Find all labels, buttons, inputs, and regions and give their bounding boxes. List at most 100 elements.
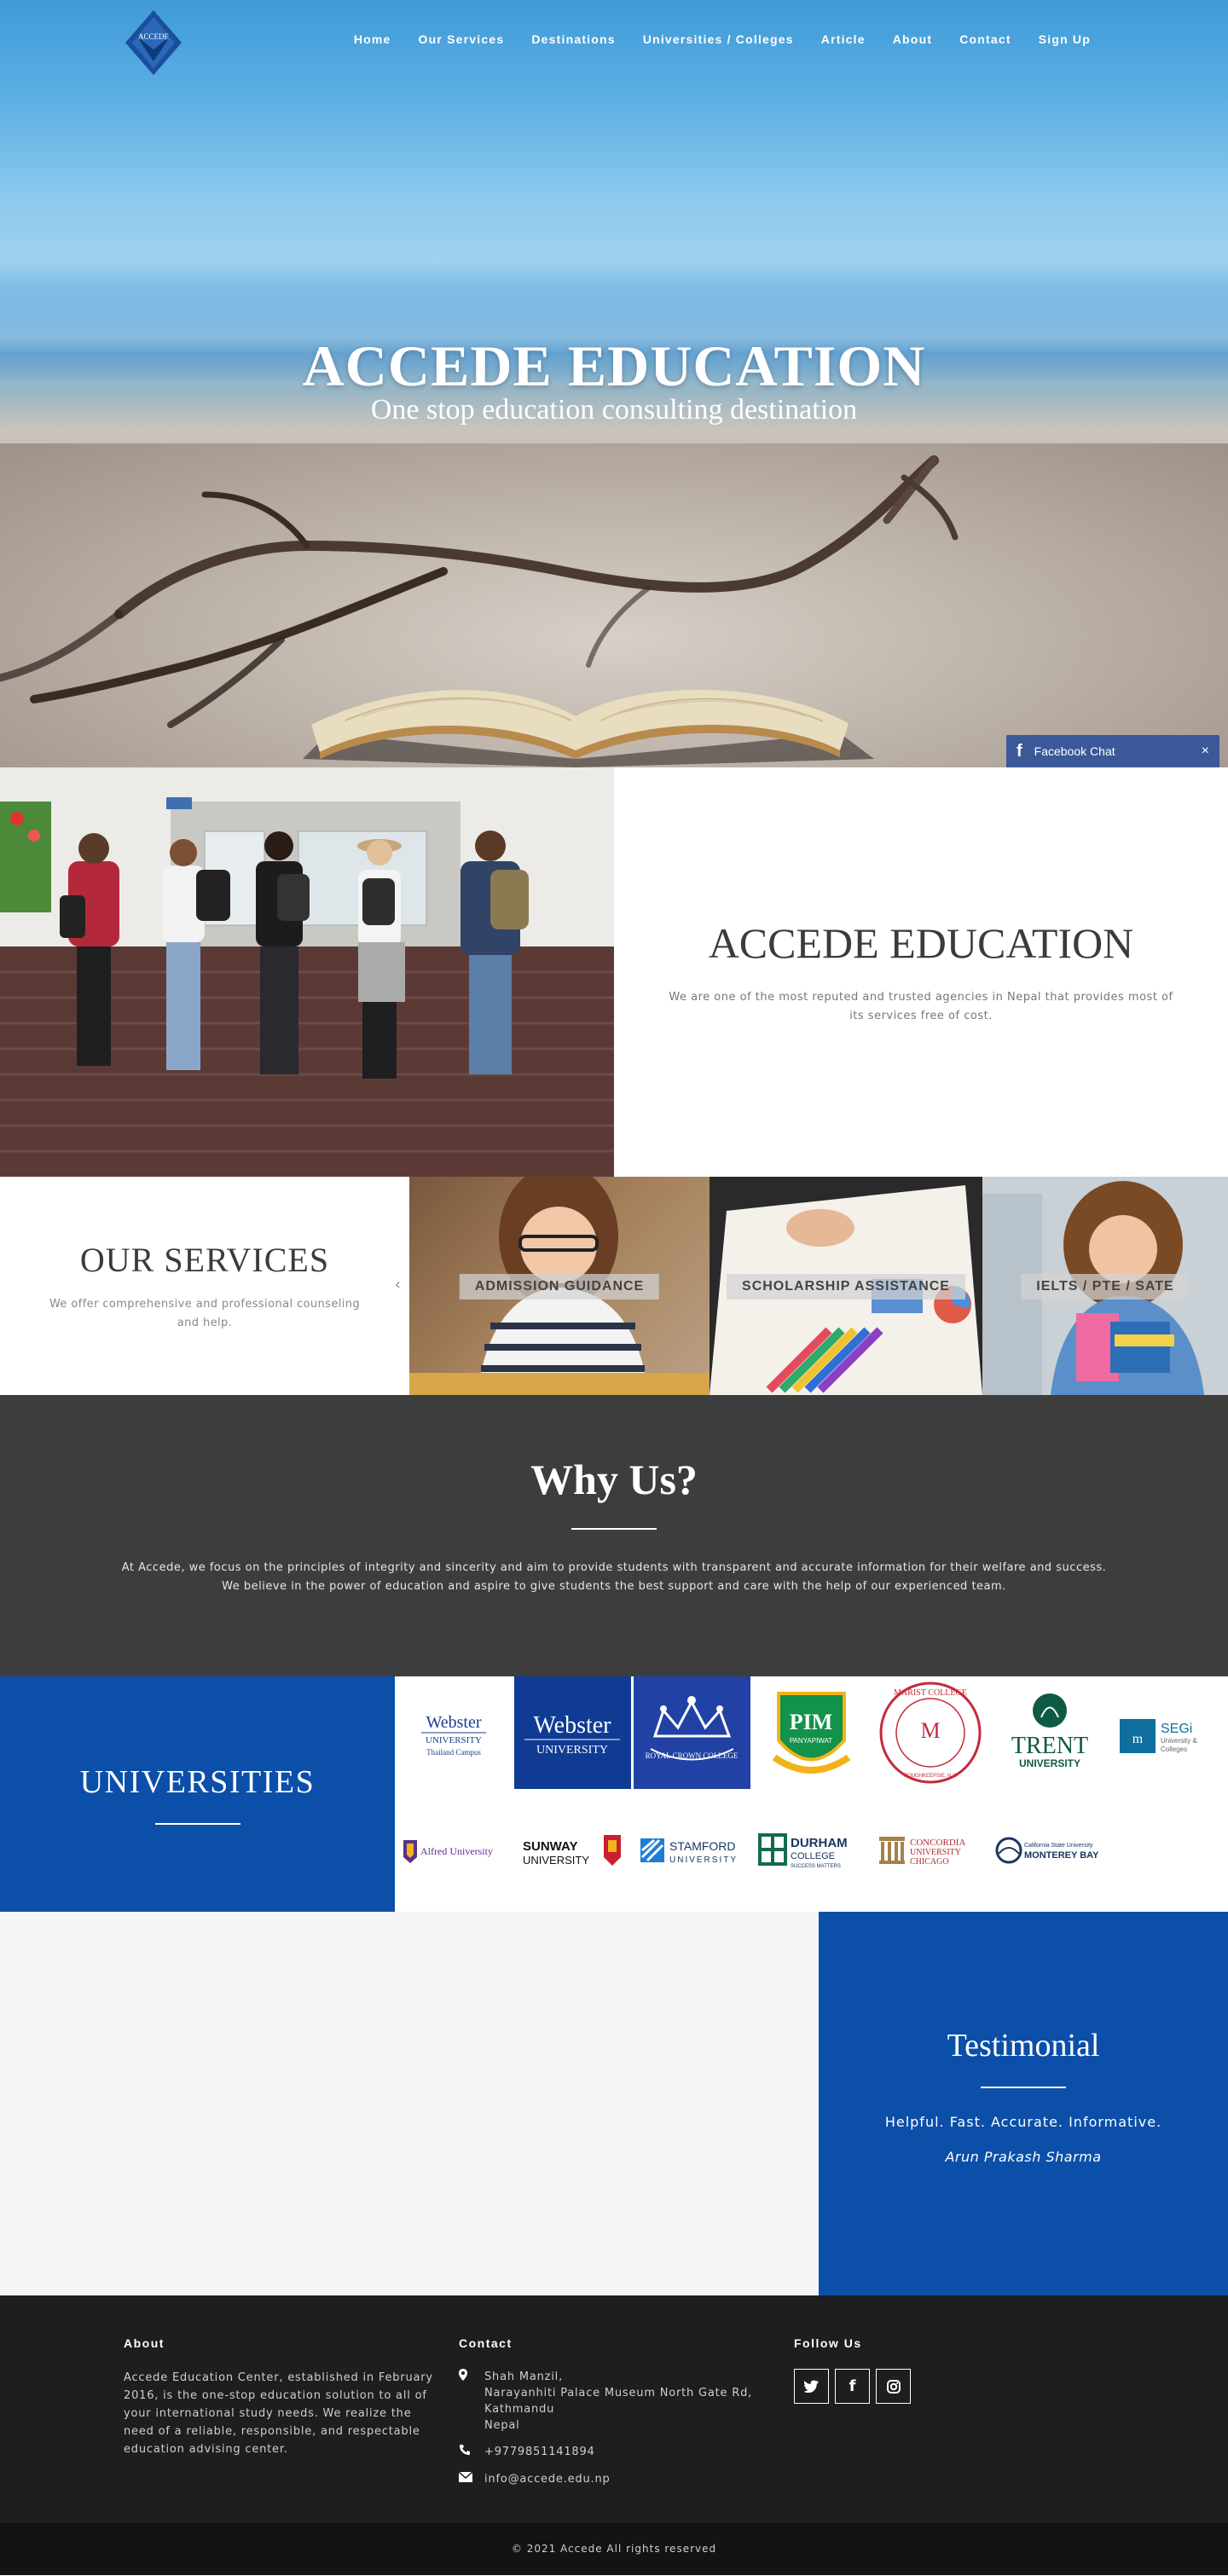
social-links: f: [794, 2369, 1092, 2404]
testimonial-quote: Helpful. Fast. Accurate. Informative.: [884, 2114, 1162, 2130]
nav-universities-colleges[interactable]: Universities / Colleges: [629, 32, 808, 46]
svg-text:Colleges: Colleges: [1161, 1745, 1187, 1753]
footer-about-title: About: [124, 2336, 165, 2350]
university-logo-grid: Webster UNIVERSITY Thailand Campus Webst…: [395, 1676, 1228, 1912]
svg-text:Alfred University: Alfred University: [420, 1845, 493, 1857]
footer-email: info@accede.edu.np: [458, 2471, 794, 2487]
logo-marist[interactable]: M MARIST COLLEGE POUGHKEEPSIE, N.Y.: [872, 1676, 989, 1789]
why-us-title: Why Us?: [530, 1456, 698, 1503]
about-section: ACCEDE EDUCATION We are one of the most …: [0, 767, 1228, 1177]
svg-text:UNIVERSITY: UNIVERSITY: [426, 1735, 482, 1745]
svg-text:ROYAL CROWN COLLEGE: ROYAL CROWN COLLEGE: [646, 1751, 739, 1760]
testimonial-title: Testimonial: [947, 2028, 1100, 2064]
about-title: ACCEDE EDUCATION: [708, 919, 1134, 967]
services-slider: ADMISSION GUIDANCE SCHOLARSHIP ASSISTANC…: [409, 1177, 1228, 1395]
address-line-1: Shah Manzil,: [484, 2370, 564, 2383]
logo-concordia[interactable]: CONCORDIA UNIVERSITY CHICAGO: [872, 1789, 989, 1912]
logo-durham[interactable]: DURHAM COLLEGE SUCCESS MATTERS: [753, 1789, 870, 1912]
facebook-icon[interactable]: f: [835, 2369, 870, 2404]
service-card-scholarship[interactable]: SCHOLARSHIP ASSISTANCE: [710, 1177, 982, 1395]
svg-text:UNIVERSITY: UNIVERSITY: [669, 1855, 738, 1865]
slider-prev-button[interactable]: ‹: [395, 1276, 401, 1294]
nav-our-services[interactable]: Our Services: [405, 32, 518, 46]
svg-text:CONCORDIA: CONCORDIA: [910, 1838, 965, 1848]
testimonial-panel: Testimonial Helpful. Fast. Accurate. Inf…: [819, 1912, 1228, 2295]
logo-csumb[interactable]: California State University MONTEREY BAY: [992, 1789, 1109, 1912]
nav-article[interactable]: Article: [808, 32, 879, 46]
service-card-admission[interactable]: ADMISSION GUIDANCE: [409, 1177, 710, 1395]
why-us-line-1: At Accede, we focus on the principles of…: [121, 1561, 1107, 1574]
nav-contact[interactable]: Contact: [946, 32, 1025, 46]
accede-logo[interactable]: ACCEDE: [124, 9, 183, 77]
logo-alfred[interactable]: Alfred University: [395, 1789, 512, 1912]
service-label-ielts: IELTS / PTE / SATE: [1021, 1274, 1190, 1300]
nav-about[interactable]: About: [879, 32, 946, 46]
svg-text:STAMFORD: STAMFORD: [669, 1839, 736, 1853]
logo-sunway[interactable]: SUNWAY UNIVERSITY: [514, 1789, 631, 1912]
hero-section: ACCEDE Home Our Services Destinations Un…: [0, 0, 1228, 767]
svg-text:SEGi: SEGi: [1161, 1722, 1192, 1736]
svg-text:DURHAM: DURHAM: [791, 1836, 848, 1850]
footer-about: About Accede Education Center, establish…: [124, 2336, 459, 2523]
nav-menu: Home Our Services Destinations Universit…: [340, 32, 1104, 46]
footer-address: Shah Manzil, Narayanhiti Palace Museum N…: [459, 2369, 794, 2434]
testimonial-author: Arun Prakash Sharma: [945, 2149, 1102, 2165]
testimonial-blank-panel: [0, 1912, 819, 2295]
why-us-line-2: We believe in the power of education and…: [222, 1580, 1006, 1593]
testimonial-section: Testimonial Helpful. Fast. Accurate. Inf…: [0, 1912, 1228, 2295]
svg-text:California State University: California State University: [1024, 1843, 1093, 1849]
svg-text:CHICAGO: CHICAGO: [910, 1857, 949, 1867]
svg-text:UNIVERSITY: UNIVERSITY: [523, 1854, 589, 1867]
about-content: ACCEDE EDUCATION We are one of the most …: [614, 767, 1228, 1177]
svg-text:PIM: PIM: [790, 1710, 833, 1734]
footer-follow: Follow Us f: [794, 2336, 1092, 2523]
svg-text:SUNWAY: SUNWAY: [523, 1839, 577, 1854]
logo-webster[interactable]: Webster UNIVERSITY: [514, 1676, 631, 1789]
divider: [154, 1823, 240, 1825]
map-marker-icon: [459, 2369, 484, 2386]
logo-pim[interactable]: PIM PANYAPIWAT: [753, 1676, 870, 1789]
students-walking-image: [0, 767, 614, 1177]
svg-text:COLLEGE: COLLEGE: [791, 1851, 835, 1861]
open-book-image: [303, 689, 874, 767]
phone-icon: [459, 2444, 484, 2461]
facebook-icon: f: [1017, 741, 1022, 761]
logo-stamford[interactable]: STAMFORD UNIVERSITY: [634, 1789, 750, 1912]
nav-sign-up[interactable]: Sign Up: [1025, 32, 1104, 46]
footer-phone: +9779851141894: [459, 2444, 794, 2461]
logo-trent[interactable]: TRENT UNIVERSITY: [992, 1676, 1109, 1789]
svg-text:UNIVERSITY: UNIVERSITY: [910, 1848, 961, 1857]
facebook-chat-widget[interactable]: f Facebook Chat ×: [1006, 735, 1219, 767]
instagram-icon[interactable]: [876, 2369, 911, 2404]
services-section: OUR SERVICES We offer comprehensive and …: [0, 1177, 1228, 1395]
svg-text:M: M: [920, 1718, 940, 1743]
logo-webster-thailand[interactable]: Webster UNIVERSITY Thailand Campus: [395, 1676, 512, 1789]
divider: [981, 2087, 1066, 2088]
phone-number[interactable]: +9779851141894: [484, 2444, 595, 2460]
services-description: We offer comprehensive and professional …: [49, 1297, 361, 1329]
twitter-icon[interactable]: [794, 2369, 829, 2404]
logo-royal-crown[interactable]: ROYAL CROWN COLLEGE: [634, 1676, 750, 1789]
why-us-section: Why Us? At Accede, we focus on the princ…: [0, 1395, 1228, 1676]
service-card-ielts[interactable]: IELTS / PTE / SATE: [982, 1177, 1228, 1395]
nav-home[interactable]: Home: [340, 32, 405, 46]
service-label-admission: ADMISSION GUIDANCE: [459, 1274, 660, 1300]
svg-text:TRENT: TRENT: [1011, 1733, 1088, 1759]
facebook-chat-label: Facebook Chat: [1034, 744, 1115, 758]
svg-text:POUGHKEEPSIE, N.Y.: POUGHKEEPSIE, N.Y.: [904, 1774, 957, 1779]
address-line-3: Kathmandu: [484, 2403, 555, 2416]
universities-title: UNIVERSITIES: [79, 1764, 316, 1800]
email-link[interactable]: info@accede.edu.np: [484, 2471, 611, 2487]
copyright-bar: © 2021 Accede All rights reserved: [0, 2523, 1228, 2575]
close-icon[interactable]: ×: [1202, 744, 1209, 759]
svg-text:University &: University &: [1161, 1737, 1197, 1745]
hero-title: ACCEDE EDUCATION: [302, 333, 926, 398]
about-description: We are one of the most reputed and trust…: [669, 991, 1173, 1022]
nav-destinations[interactable]: Destinations: [518, 32, 628, 46]
logo-segi[interactable]: m SEGi University & Colleges: [1111, 1676, 1228, 1789]
address-line-2: Narayanhiti Palace Museum North Gate Rd,: [484, 2387, 753, 2399]
svg-text:PANYAPIWAT: PANYAPIWAT: [790, 1737, 832, 1745]
envelope-icon: [458, 2471, 484, 2487]
svg-text:MONTEREY BAY: MONTEREY BAY: [1024, 1850, 1099, 1861]
footer-about-text: Accede Education Center, established in …: [124, 2371, 433, 2456]
